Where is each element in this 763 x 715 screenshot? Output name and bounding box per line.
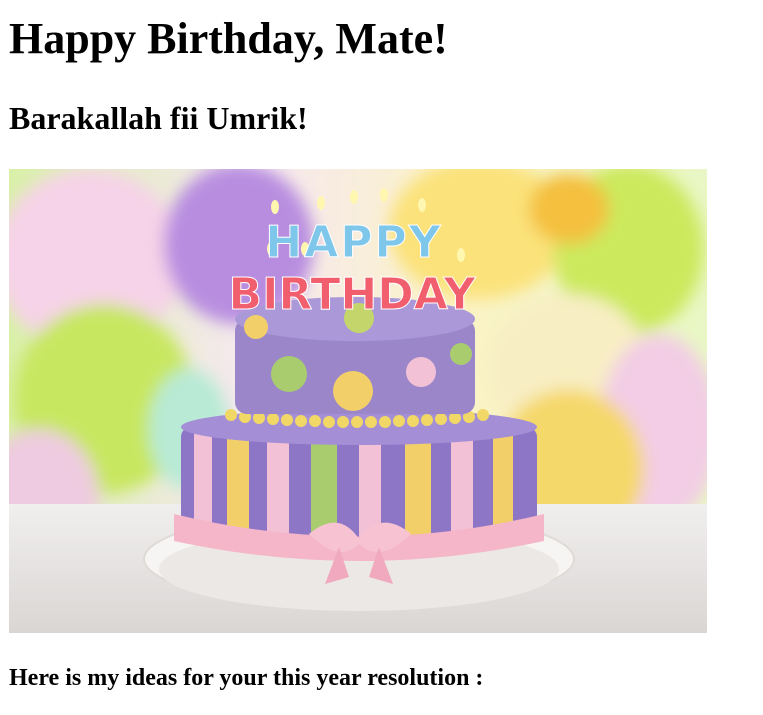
resolution-intro-text: Here is my ideas for your this year reso… [9,665,484,691]
candle-birthday-text: BIRTHDAY [229,269,477,320]
page: Happy Birthday, Mate! Barakallah fii Umr… [0,0,763,715]
page-title: Happy Birthday, Mate! [9,14,448,63]
candle-happy-text: HAPPY [265,217,442,268]
birthday-cake-illustration: HAPPY BIRTHDAY [9,169,707,633]
page-subtitle: Barakallah fii Umrik! [9,100,308,136]
birthday-cake-image: HAPPY BIRTHDAY [9,169,707,633]
